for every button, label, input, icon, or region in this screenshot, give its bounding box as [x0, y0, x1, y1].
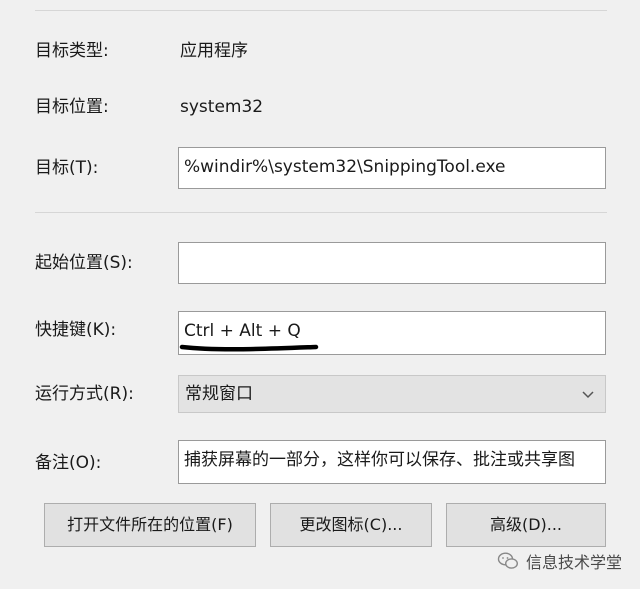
chevron-down-icon: [582, 391, 594, 399]
watermark-text: 信息技术学堂: [526, 553, 623, 572]
run-mode-value: 常规窗口: [185, 384, 253, 404]
comment-field-value: 捕获屏幕的一部分，这样你可以保存、批注或共享图: [184, 450, 575, 470]
run-mode-select[interactable]: 常规窗口: [178, 375, 606, 413]
change-icon-button[interactable]: 更改图标(C)...: [270, 503, 432, 547]
advanced-button[interactable]: 高级(D)...: [446, 503, 606, 547]
start-in-field[interactable]: [178, 242, 606, 284]
handwritten-underline: [179, 344, 319, 352]
top-separator: [35, 10, 607, 11]
target-type-value: 应用程序: [180, 41, 248, 61]
shortcut-key-label: 快捷键(K):: [35, 320, 117, 340]
target-field-value: %windir%\system32\SnippingTool.exe: [184, 157, 506, 177]
start-in-label: 起始位置(S):: [35, 253, 133, 273]
target-location-label: 目标位置:: [35, 97, 109, 117]
target-label: 目标(T):: [35, 158, 99, 178]
target-location-value: system32: [180, 97, 264, 117]
watermark: 信息技术学堂: [496, 546, 622, 576]
run-label: 运行方式(R):: [35, 384, 134, 404]
middle-separator: [35, 212, 607, 213]
comment-label: 备注(O):: [35, 453, 102, 473]
comment-field[interactable]: 捕获屏幕的一部分，这样你可以保存、批注或共享图: [178, 440, 606, 484]
open-file-location-button[interactable]: 打开文件所在的位置(F): [44, 503, 256, 547]
wechat-icon: [497, 552, 519, 569]
target-field[interactable]: %windir%\system32\SnippingTool.exe: [178, 147, 606, 189]
target-type-label: 目标类型:: [35, 41, 109, 61]
